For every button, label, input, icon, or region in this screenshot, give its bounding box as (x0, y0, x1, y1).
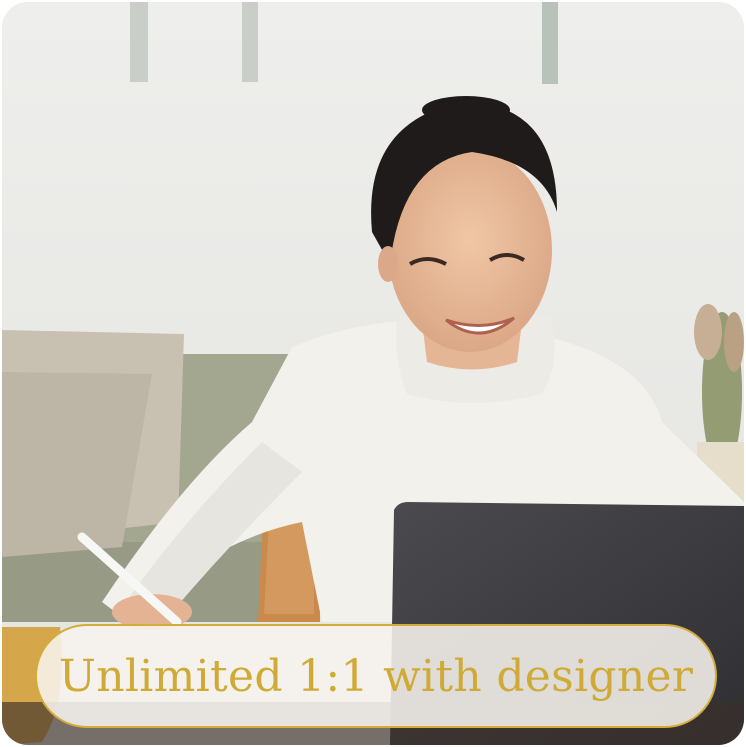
shelf-bracket (130, 2, 148, 82)
caption-text: Unlimited 1:1 with designer (58, 650, 694, 702)
shelf-bracket (542, 2, 558, 84)
feature-card: Unlimited 1:1 with designer (2, 2, 744, 745)
shelf-bracket (242, 2, 258, 82)
caption-pill: Unlimited 1:1 with designer (35, 624, 717, 728)
